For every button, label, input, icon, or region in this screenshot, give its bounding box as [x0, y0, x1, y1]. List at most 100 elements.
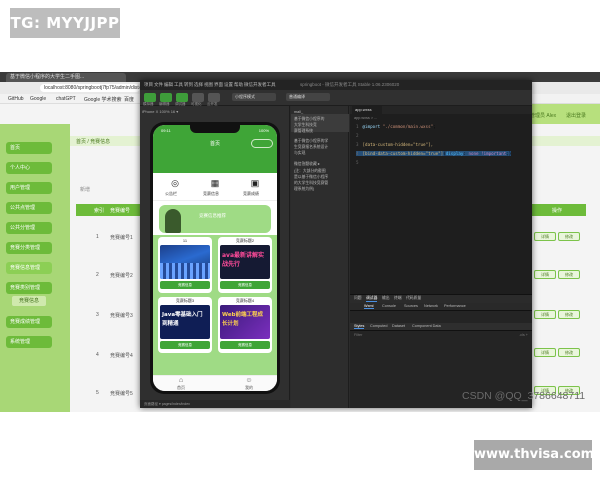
debug-tab-active[interactable]: 调试器 — [366, 296, 378, 302]
debug-tab[interactable]: 终端 — [394, 296, 402, 301]
tile-button[interactable]: 竞赛信息 — [220, 281, 270, 289]
sidebar-item[interactable]: 首页 — [6, 142, 52, 154]
grid-icon[interactable]: ▦ — [209, 177, 221, 189]
sidebar-item[interactable]: 竞赛成绩管理 — [6, 316, 52, 328]
sidebar-item-active[interactable]: 竞赛信息管理 — [6, 262, 52, 274]
tab-mine[interactable]: ☺ 我的 — [239, 377, 259, 391]
menu-item[interactable]: 文件 — [154, 82, 163, 88]
detail-button[interactable]: 详情 — [534, 232, 556, 241]
code-line: 3 [data-custom-hidden="true"], — [356, 142, 433, 147]
sidebar-item[interactable]: 公共点管理 — [6, 202, 52, 214]
styles-tab[interactable]: Dataset — [392, 324, 405, 328]
sidebar-item[interactable]: 系统管理 — [6, 336, 52, 348]
device-select[interactable]: iPhone X 100% 16 ▾ — [142, 109, 178, 114]
panel-tab[interactable]: Network — [424, 304, 438, 308]
compass-icon[interactable]: ◎ — [169, 177, 181, 189]
table-cell: 竞赛编号2 — [110, 273, 133, 279]
edit-button[interactable]: 修改 — [558, 348, 580, 357]
wallet-icon[interactable]: ▣ — [249, 177, 261, 189]
debug-tab[interactable]: 输出 — [382, 296, 390, 301]
sidebar-item[interactable]: 竞赛类别管理 — [6, 282, 52, 294]
sidebar-subitem[interactable]: 竞赛信息 — [12, 296, 46, 306]
menu-item[interactable]: 界面 — [214, 82, 223, 88]
menu-item[interactable]: 项目 — [144, 82, 153, 88]
detail-button[interactable]: 详情 — [534, 310, 556, 319]
tree-item[interactable]: 基于微信小程序的学 — [294, 139, 328, 144]
bookmark-item[interactable]: 百度 — [124, 96, 134, 103]
menu-item[interactable]: 视图 — [204, 82, 213, 88]
styles-tab[interactable]: Component Data — [412, 324, 441, 328]
mode-select[interactable]: 小程序模式 — [232, 93, 276, 101]
detail-button[interactable]: 详情 — [534, 348, 556, 357]
sidebar-item[interactable]: 竞赛分类管理 — [6, 242, 52, 254]
competition-tile[interactable]: 11 竞赛信息 — [158, 237, 212, 293]
panel-tab[interactable]: Sources — [404, 304, 418, 308]
cloud-toggle[interactable] — [208, 93, 220, 102]
address-bar[interactable]: localhost:8080/springbootj7fp75/admin/di… — [40, 84, 140, 92]
styles-tab[interactable]: Computed — [370, 324, 388, 328]
capsule-menu-button[interactable] — [251, 139, 273, 148]
tree-item[interactable]: 微信答题收藏 ▸ — [294, 161, 320, 167]
tile-button[interactable]: 竞赛信息 — [160, 341, 210, 349]
competition-tile[interactable]: 竞赛标题4 Web前端工程成长计划 竞赛信息 — [218, 297, 272, 353]
sidebar-item[interactable]: 用户管理 — [6, 182, 52, 194]
sidebar-item[interactable]: 个人中心 — [6, 162, 52, 174]
menu-item[interactable]: 工具 — [174, 82, 183, 88]
code-editor[interactable]: app.wxss app.wxss > ... 1 @import "./comm… — [350, 106, 532, 294]
tree-item[interactable]: 生竞赛报名系统设计 — [294, 145, 328, 150]
tab-home[interactable]: ⌂ 首页 — [171, 377, 191, 391]
debug-tab[interactable]: 代码质量 — [406, 296, 421, 301]
panel-tab[interactable]: Performance — [444, 304, 466, 308]
bookmark-item[interactable]: GitHub — [8, 96, 24, 102]
bookmark-item[interactable]: chatGPT — [56, 96, 76, 102]
editor-toggle[interactable] — [160, 93, 172, 102]
competition-grid: 11 竞赛信息 竞赛标题2 ava最新讲解实战先行 竞赛信息 竞赛标题3 Jav… — [153, 235, 277, 375]
styles-tabs: Styles Computed Dataset Component Data — [350, 323, 532, 331]
edit-button[interactable]: 修改 — [558, 310, 580, 319]
panel-tab[interactable]: Console — [382, 304, 396, 308]
bookmark-item[interactable]: Google — [30, 96, 46, 102]
bookmark-item[interactable]: Google 学术搜索 — [84, 96, 122, 103]
menu-item[interactable]: 微信开发者工具 — [244, 82, 276, 88]
competition-tile[interactable]: 竞赛标题3 Java零基础入门到精通 竞赛信息 — [158, 297, 212, 353]
tile-button[interactable]: 竞赛信息 — [220, 341, 270, 349]
logout-link[interactable]: 退出登录 — [566, 112, 586, 119]
detail-button[interactable]: 详情 — [534, 270, 556, 279]
menu-item[interactable]: 设置 — [224, 82, 233, 88]
tile-button[interactable]: 竞赛信息 — [160, 281, 210, 289]
phone-nav-bar: 首页 — [153, 137, 277, 151]
file-tree: mall_ 基于微信小程序的 大学生科技竞 赛管理系统 基于微信小程序的学 生竞… — [291, 106, 349, 408]
debugger-toggle[interactable] — [176, 93, 188, 102]
tree-item[interactable]: 赛管理系统 — [294, 129, 313, 134]
line-number: 2 — [356, 133, 359, 138]
browser-tab[interactable]: 基于微信小程序的大学生二手图... — [6, 73, 126, 82]
code-token: none !important — [468, 151, 507, 156]
editor-tab[interactable]: app.wxss — [352, 106, 382, 114]
add-button[interactable]: 新增 — [80, 186, 90, 193]
menu-item[interactable]: 选择 — [194, 82, 203, 88]
menu-item[interactable]: 转到 — [184, 82, 193, 88]
simulator-toggle[interactable] — [144, 93, 156, 102]
menu-item[interactable]: 帮助 — [234, 82, 243, 88]
debug-tab[interactable]: 问题 — [354, 296, 362, 301]
sidebar-item[interactable]: 公共分管理 — [6, 222, 52, 234]
debug-tabs: 问题 调试器 输出 终端 代码质量 — [350, 295, 532, 303]
styles-tab-active[interactable]: Styles — [354, 324, 365, 329]
table-header-right: 操作 — [530, 204, 586, 216]
visual-toggle[interactable] — [192, 93, 204, 102]
admin-user[interactable]: 管理员 Alex — [530, 112, 556, 119]
edit-button[interactable]: 修改 — [558, 270, 580, 279]
menu-item[interactable]: 编辑 — [164, 82, 173, 88]
cls-toggle[interactable]: .cls + — [519, 333, 528, 337]
tree-item[interactable]: 基于微信小程序的 — [294, 117, 324, 122]
tree-item[interactable]: 与实现 — [294, 151, 305, 156]
code-token: "./common/main.wxss" — [382, 124, 434, 129]
compile-select[interactable]: 普通编译 — [286, 93, 330, 101]
competition-tile[interactable]: 竞赛标题2 ava最新讲解实战先行 竞赛信息 — [218, 237, 272, 293]
tree-item[interactable]: mall_ — [294, 110, 303, 114]
panel-tab-active[interactable]: Wxml — [364, 304, 374, 309]
styles-filter-input[interactable]: Filter — [354, 333, 362, 337]
edit-button[interactable]: 修改 — [558, 232, 580, 241]
tree-item[interactable]: 大学生科技竞 — [294, 123, 317, 128]
devtools-toolbar: 模拟器 编辑器 调试器 可视化 云开发 小程序模式 普通编译 — [140, 90, 532, 106]
